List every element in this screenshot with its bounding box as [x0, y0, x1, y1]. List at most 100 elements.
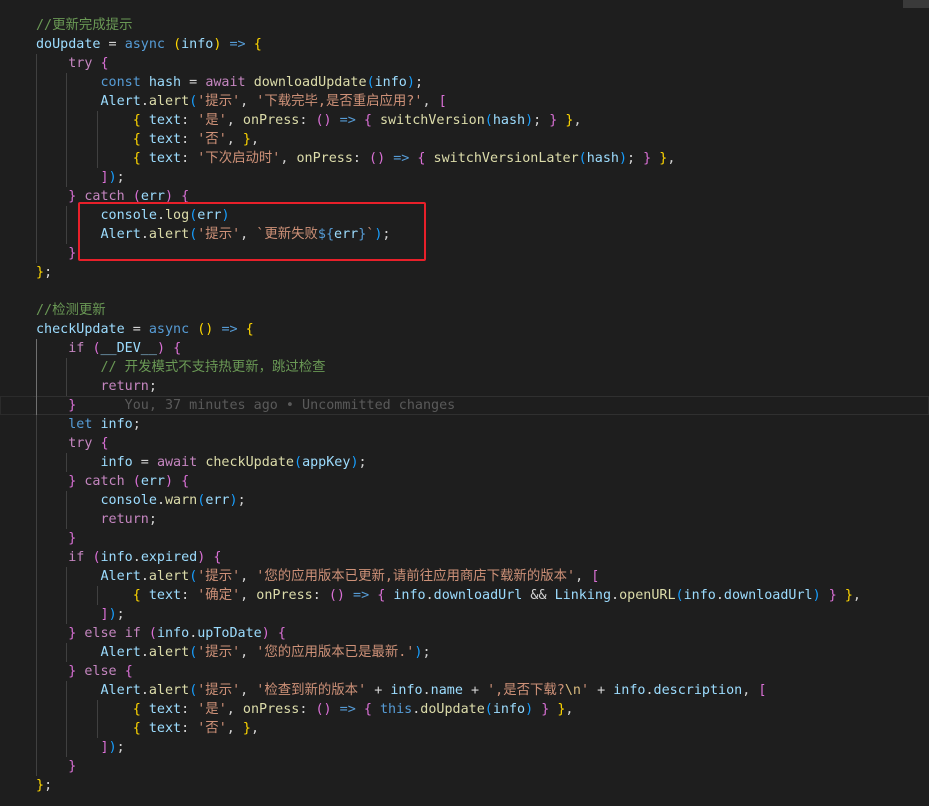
code-token: } — [643, 151, 652, 166]
code-token: ( — [92, 550, 101, 565]
code-token: expired — [140, 550, 198, 565]
code-token: alert — [148, 569, 190, 584]
code-line[interactable]: try { — [0, 54, 929, 73]
code-line[interactable]: } — [0, 757, 929, 776]
code-token: } — [242, 721, 251, 736]
code-text: let info; — [36, 415, 141, 434]
code-line[interactable]: ]); — [0, 168, 929, 187]
code-line[interactable]: { text: '确定', onPress: () => { info.down… — [0, 586, 929, 605]
code-token: { — [245, 322, 254, 337]
code-token: upToDate — [197, 626, 262, 641]
code-token: name — [430, 683, 463, 698]
code-token: = — [132, 455, 157, 470]
code-token: text — [148, 721, 182, 736]
code-line[interactable]: Alert.alert('提示', `更新失败${err}`); — [0, 225, 929, 244]
code-line[interactable]: try { — [0, 434, 929, 453]
code-token: ; — [44, 265, 53, 280]
code-token: } — [844, 588, 853, 603]
code-token: ) — [525, 702, 534, 717]
code-token: . — [140, 569, 149, 584]
code-line[interactable]: doUpdate = async (info) => { — [0, 35, 929, 54]
code-token: err — [140, 189, 165, 204]
code-line[interactable]: //更新完成提示 — [0, 16, 929, 35]
code-line[interactable]: if (info.expired) { — [0, 548, 929, 567]
code-line[interactable]: Alert.alert('提示', '检查到新的版本' + info.name … — [0, 681, 929, 700]
code-token: => — [221, 322, 238, 337]
code-line[interactable]: }; — [0, 776, 929, 795]
code-line[interactable]: if (__DEV__) { — [0, 339, 929, 358]
code-token: () — [197, 322, 214, 337]
code-token: '否' — [197, 721, 227, 736]
code-line[interactable]: ]); — [0, 738, 929, 757]
code-line[interactable]: } else { — [0, 662, 929, 681]
code-text: { text: '否', }, — [36, 719, 259, 738]
code-token: => — [393, 151, 410, 166]
code-line[interactable]: let info; — [0, 415, 929, 434]
code-line[interactable]: Alert.alert('提示', '下载完毕,是否重启应用?', [ — [0, 92, 929, 111]
code-token: ) — [156, 341, 165, 356]
code-token: { — [173, 341, 182, 356]
code-token: : — [181, 588, 198, 603]
code-line[interactable]: info = await checkUpdate(appKey); — [0, 453, 929, 472]
code-line[interactable]: } else if (info.upToDate) { — [0, 624, 929, 643]
minimap-thumb[interactable] — [903, 0, 929, 8]
code-token: switchVersion — [379, 113, 485, 128]
code-token: switchVersionLater — [433, 151, 579, 166]
code-line[interactable]: // 开发模式不支持热更新，跳过检查 — [0, 358, 929, 377]
code-line[interactable]: { text: '是', onPress: () => { switchVers… — [0, 111, 929, 130]
code-text: Alert.alert('提示', `更新失败${err}`); — [36, 225, 391, 244]
code-token: hash — [148, 75, 182, 90]
code-token: alert — [148, 227, 190, 242]
code-token: '确定' — [197, 588, 241, 603]
code-editor[interactable]: //更新完成提示 doUpdate = async (info) => { try… — [0, 16, 929, 806]
code-line[interactable]: } — [0, 244, 929, 263]
code-token: appKey — [302, 455, 351, 470]
code-line[interactable]: Alert.alert('提示', '您的应用版本已更新,请前往应用商店下载新的… — [0, 567, 929, 586]
code-text: }; — [36, 263, 52, 282]
code-line[interactable]: { text: '是', onPress: () => { this.doUpd… — [0, 700, 929, 719]
code-line[interactable]: } catch (err) { — [0, 187, 929, 206]
code-line[interactable]: { text: '否', }, — [0, 719, 929, 738]
code-token: ( — [484, 702, 493, 717]
code-line[interactable]: } — [0, 529, 929, 548]
code-token: ( — [92, 341, 101, 356]
code-token: ( — [484, 113, 493, 128]
code-line[interactable]: }; — [0, 263, 929, 282]
code-text: Alert.alert('提示', '您的应用版本已是最新.'); — [36, 643, 431, 662]
code-token: ( — [675, 588, 684, 603]
code-token: ] — [100, 607, 109, 622]
code-token: ] — [100, 170, 109, 185]
code-line[interactable]: return; — [0, 377, 929, 396]
code-token: downloadUrl — [723, 588, 813, 603]
code-token: ) — [525, 113, 534, 128]
code-token: () — [315, 113, 332, 128]
code-line[interactable]: console.log(err) — [0, 206, 929, 225]
code-line[interactable]: return; — [0, 510, 929, 529]
code-line[interactable]: const hash = await downloadUpdate(info); — [0, 73, 929, 92]
code-token: '检查到新的版本' — [256, 683, 367, 698]
code-token: : — [181, 151, 198, 166]
code-line[interactable] — [0, 282, 929, 301]
code-line[interactable]: } catch (err) { — [0, 472, 929, 491]
code-line[interactable]: checkUpdate = async () => { — [0, 320, 929, 339]
code-line[interactable]: //检测更新 — [0, 301, 929, 320]
code-line[interactable]: ]); — [0, 605, 929, 624]
code-line[interactable]: } You, 37 minutes ago • Uncommitted chan… — [0, 396, 929, 415]
code-line[interactable]: { text: '否', }, — [0, 130, 929, 149]
code-token: ; — [414, 75, 423, 90]
code-token: ( — [148, 626, 157, 641]
code-line[interactable]: console.warn(err); — [0, 491, 929, 510]
code-token: . — [422, 683, 431, 698]
code-token: , — [565, 702, 574, 717]
code-line[interactable]: { text: '下次启动时', onPress: () => { switch… — [0, 149, 929, 168]
code-token: return — [100, 512, 149, 527]
code-token: , — [575, 569, 592, 584]
code-token: . — [156, 493, 165, 508]
code-line[interactable]: Alert.alert('提示', '您的应用版本已是最新.'); — [0, 643, 929, 662]
